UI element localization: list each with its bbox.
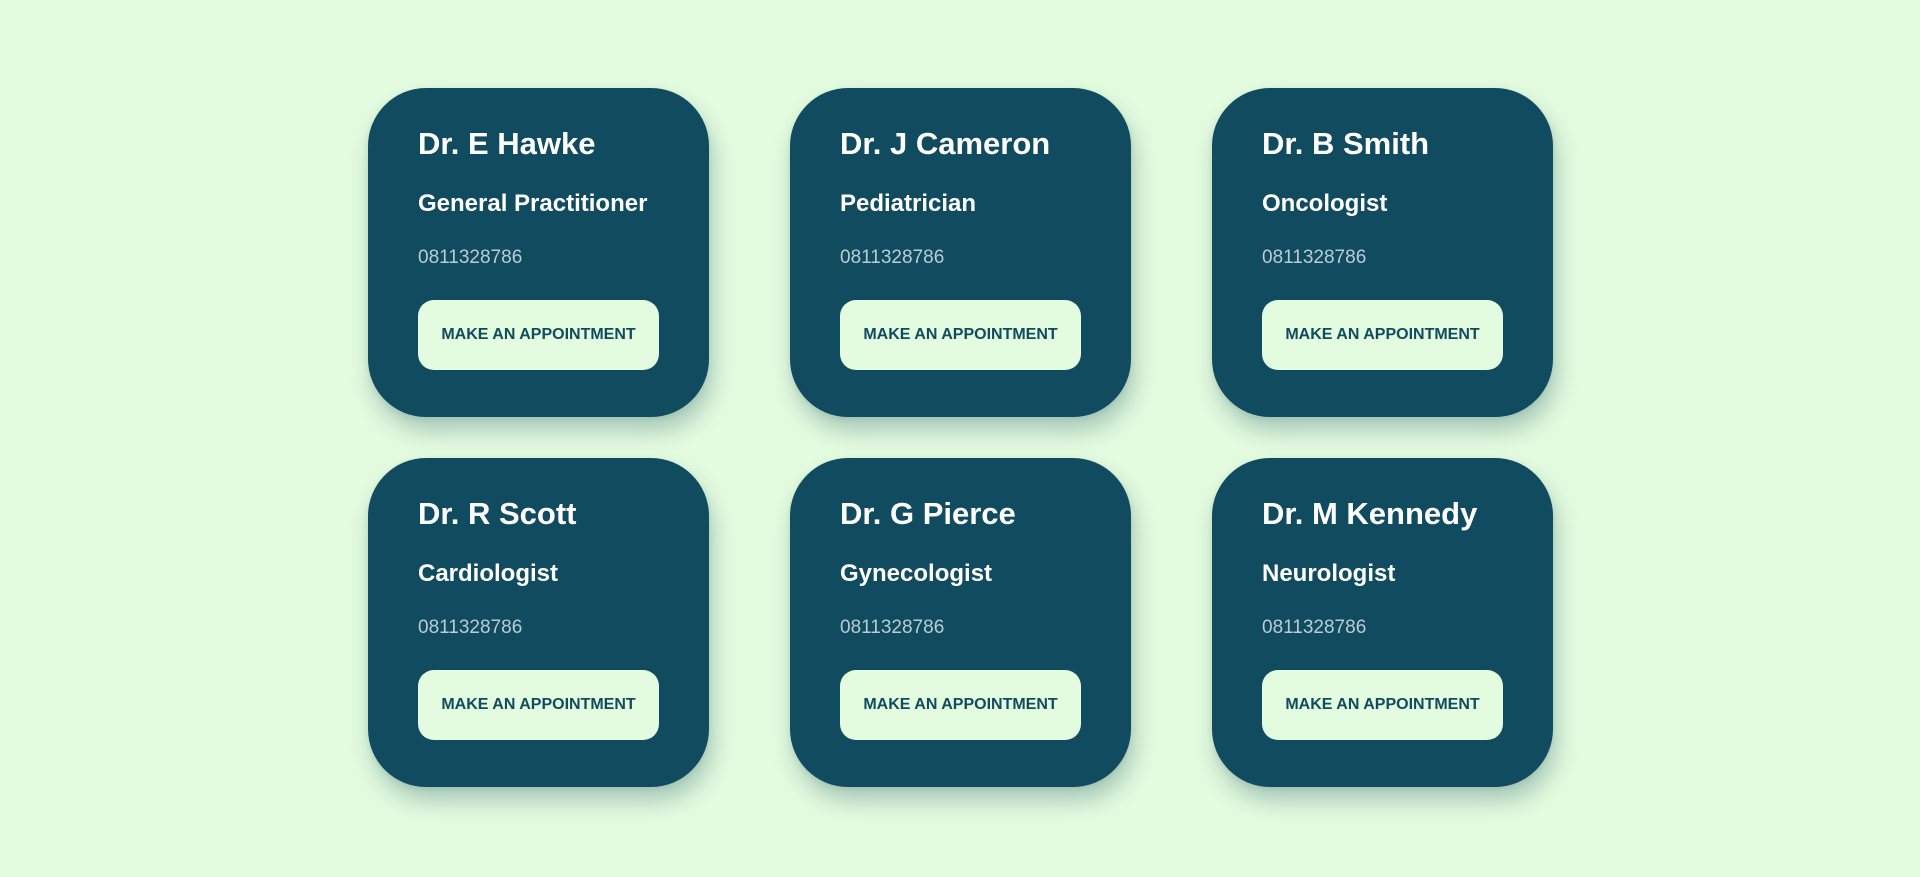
- doctor-name: Dr. E Hawke: [418, 126, 596, 161]
- doctor-card: Dr. G Pierce Gynecologist 0811328786 MAK…: [790, 458, 1131, 787]
- doctor-name: Dr. J Cameron: [840, 126, 1051, 161]
- doctor-phone: 0811328786: [418, 617, 523, 638]
- doctor-name: Dr. G Pierce: [840, 496, 1016, 531]
- doctor-card: Dr. B Smith Oncologist 0811328786 MAKE A…: [1212, 88, 1553, 417]
- doctor-phone: 0811328786: [840, 247, 945, 268]
- make-appointment-button[interactable]: MAKE AN APPOINTMENT: [418, 670, 659, 740]
- doctor-grid: Dr. E Hawke General Practitioner 0811328…: [368, 88, 1553, 787]
- doctor-specialty: Pediatrician: [840, 190, 977, 217]
- doctor-card: Dr. M Kennedy Neurologist 0811328786 MAK…: [1212, 458, 1553, 787]
- doctor-phone: 0811328786: [840, 617, 945, 638]
- doctor-phone: 0811328786: [1262, 617, 1367, 638]
- doctor-phone: 0811328786: [418, 247, 523, 268]
- doctor-name: Dr. R Scott: [418, 496, 577, 531]
- make-appointment-button[interactable]: MAKE AN APPOINTMENT: [840, 300, 1081, 370]
- doctor-name: Dr. B Smith: [1262, 126, 1430, 161]
- doctor-card: Dr. E Hawke General Practitioner 0811328…: [368, 88, 709, 417]
- doctor-specialty: General Practitioner: [418, 190, 648, 217]
- doctor-card: Dr. R Scott Cardiologist 0811328786 MAKE…: [368, 458, 709, 787]
- doctor-card: Dr. J Cameron Pediatrician 0811328786 MA…: [790, 88, 1131, 417]
- make-appointment-button[interactable]: MAKE AN APPOINTMENT: [418, 300, 659, 370]
- make-appointment-button[interactable]: MAKE AN APPOINTMENT: [840, 670, 1081, 740]
- doctor-specialty: Neurologist: [1262, 560, 1396, 587]
- doctor-specialty: Oncologist: [1262, 190, 1388, 217]
- make-appointment-button[interactable]: MAKE AN APPOINTMENT: [1262, 300, 1503, 370]
- doctor-name: Dr. M Kennedy: [1262, 496, 1478, 531]
- doctor-phone: 0811328786: [1262, 247, 1367, 268]
- doctor-specialty: Cardiologist: [418, 560, 559, 587]
- make-appointment-button[interactable]: MAKE AN APPOINTMENT: [1262, 670, 1503, 740]
- doctor-specialty: Gynecologist: [840, 560, 993, 587]
